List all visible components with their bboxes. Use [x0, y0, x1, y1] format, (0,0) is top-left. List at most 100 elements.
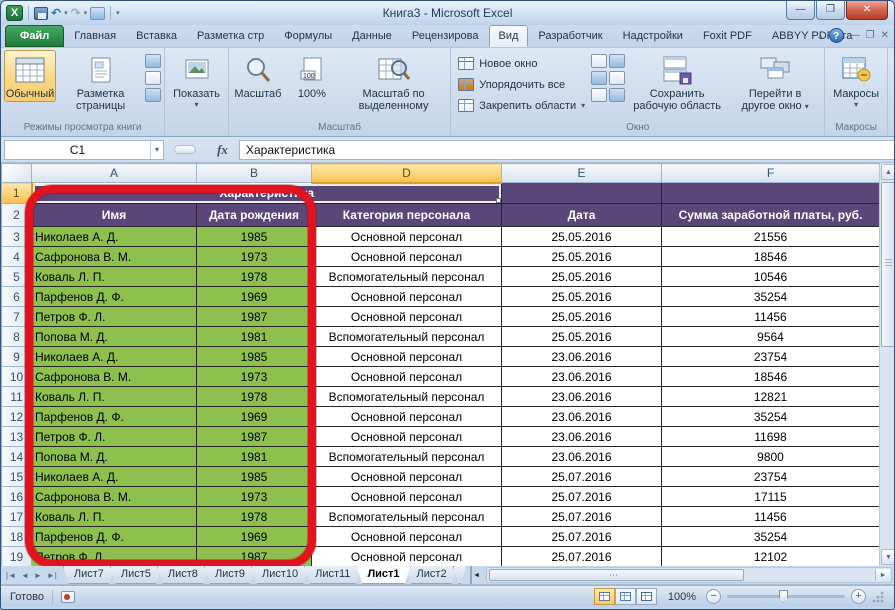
cell-E4[interactable]: 25.05.2016 — [502, 247, 662, 267]
first-sheet-icon[interactable]: |◄ — [4, 571, 18, 580]
cell-E12[interactable]: 23.06.2016 — [502, 407, 662, 427]
sheet-tab-Лист9[interactable]: Лист9 — [204, 566, 256, 584]
cell-E1[interactable] — [502, 183, 662, 204]
cell-A13[interactable]: Петров Ф. Л. — [32, 427, 197, 447]
cell-E17[interactable]: 25.07.2016 — [502, 507, 662, 527]
header-cell-2[interactable]: Категория персонала — [312, 204, 502, 227]
cell-D15[interactable]: Основной персонал — [312, 467, 502, 487]
cell-F11[interactable]: 12821 — [662, 387, 880, 407]
insert-function-icon[interactable]: fx — [210, 140, 235, 160]
minimize-ribbon-icon[interactable]: ▵ — [818, 30, 823, 41]
split-icon[interactable] — [591, 54, 607, 68]
last-sheet-icon[interactable]: ►| — [45, 571, 59, 580]
row-header-14[interactable]: 14 — [2, 447, 32, 467]
row-header-17[interactable]: 17 — [2, 507, 32, 527]
sheet-tab-partial[interactable]: . — [453, 566, 467, 584]
cell-B10[interactable]: 1973 — [197, 367, 312, 387]
row-header-2[interactable]: 2 — [2, 204, 32, 227]
row-header-11[interactable]: 11 — [2, 387, 32, 407]
page-layout-shortcut[interactable] — [615, 588, 636, 605]
zoom-100-button[interactable]: 100 100% — [286, 50, 338, 102]
horizontal-scrollbar[interactable]: ► — [486, 567, 892, 583]
cell-F16[interactable]: 17115 — [662, 487, 880, 507]
cell-A3[interactable]: Николаев А. Д. — [32, 227, 197, 247]
tab-split-handle[interactable]: ◄ — [470, 566, 482, 584]
row-header-6[interactable]: 6 — [2, 287, 32, 307]
cell-E11[interactable]: 23.06.2016 — [502, 387, 662, 407]
sheet-tab-Лист2[interactable]: Лист2 — [406, 566, 458, 584]
page-break-preview-icon[interactable] — [145, 54, 161, 68]
macros-button[interactable]: Макросы ▾ — [828, 50, 884, 111]
cell-D16[interactable]: Основной персонал — [312, 487, 502, 507]
row-header-13[interactable]: 13 — [2, 427, 32, 447]
redo-dropdown-icon[interactable]: ▾ — [84, 9, 88, 17]
cell-D14[interactable]: Вспомогательный персонал — [312, 447, 502, 467]
cell-F9[interactable]: 23754 — [662, 347, 880, 367]
ribbon-tab-Данные[interactable]: Данные — [342, 25, 402, 47]
cell-A17[interactable]: Коваль Л. П. — [32, 507, 197, 527]
row-header-7[interactable]: 7 — [2, 307, 32, 327]
row-header-3[interactable]: 3 — [2, 227, 32, 247]
cell-E8[interactable]: 25.05.2016 — [502, 327, 662, 347]
save-icon[interactable] — [34, 7, 48, 20]
cell-E14[interactable]: 23.06.2016 — [502, 447, 662, 467]
cell-D19[interactable]: Основной персонал — [312, 547, 502, 567]
cell-A5[interactable]: Коваль Л. П. — [32, 267, 197, 287]
row-header-9[interactable]: 9 — [2, 347, 32, 367]
cell-D10[interactable]: Основной персонал — [312, 367, 502, 387]
cell-B15[interactable]: 1985 — [197, 467, 312, 487]
cell-D4[interactable]: Основной персонал — [312, 247, 502, 267]
freeze-panes-button[interactable]: Закрепить области ▾ — [454, 95, 589, 116]
zoom-to-selection-button[interactable]: Масштаб по выделенному — [340, 50, 447, 114]
sheet-tab-Лист1[interactable]: Лист1 — [356, 566, 410, 584]
cell-E18[interactable]: 25.07.2016 — [502, 527, 662, 547]
column-header-E[interactable]: E — [502, 164, 662, 183]
column-header-A[interactable]: A — [32, 164, 197, 183]
cell-B19[interactable]: 1987 — [197, 547, 312, 567]
cell-B5[interactable]: 1978 — [197, 267, 312, 287]
normal-view-button[interactable]: Обычный — [4, 50, 56, 102]
save-workspace-button[interactable]: Сохранить рабочую область — [627, 50, 727, 114]
cell-D17[interactable]: Вспомогательный персонал — [312, 507, 502, 527]
name-box[interactable]: C1 ▾ — [4, 140, 164, 160]
header-cell-1[interactable]: Дата рождения — [197, 204, 312, 227]
row-header-1[interactable]: 1 — [2, 183, 32, 204]
unhide-window-icon[interactable] — [591, 88, 607, 102]
cell-B6[interactable]: 1969 — [197, 287, 312, 307]
cell-B8[interactable]: 1981 — [197, 327, 312, 347]
cell-A6[interactable]: Парфенов Д. Ф. — [32, 287, 197, 307]
cell-F19[interactable]: 12102 — [662, 547, 880, 567]
cell-D11[interactable]: Вспомогательный персонал — [312, 387, 502, 407]
ribbon-tab-Разработчик[interactable]: Разработчик — [528, 25, 612, 47]
cell-E3[interactable]: 25.05.2016 — [502, 227, 662, 247]
cell-F6[interactable]: 35254 — [662, 287, 880, 307]
column-header-F[interactable]: F — [662, 164, 880, 183]
switch-windows-button[interactable]: Перейти в другое окно ▾ — [729, 50, 821, 115]
header-cell-4[interactable]: Сумма заработной платы, руб. — [662, 204, 880, 227]
cell-F4[interactable]: 18546 — [662, 247, 880, 267]
ribbon-tab-Foxit PDF[interactable]: Foxit PDF — [693, 25, 762, 47]
cell-E13[interactable]: 23.06.2016 — [502, 427, 662, 447]
macro-record-icon[interactable] — [61, 591, 75, 603]
column-header-B[interactable]: B — [197, 164, 312, 183]
row-header-15[interactable]: 15 — [2, 467, 32, 487]
row-header-16[interactable]: 16 — [2, 487, 32, 507]
cell-D6[interactable]: Основной персонал — [312, 287, 502, 307]
vertical-scrollbar[interactable]: ▲ ▼ — [879, 163, 895, 566]
cell-E6[interactable]: 25.05.2016 — [502, 287, 662, 307]
row-header-19[interactable]: 19 — [2, 547, 32, 567]
reset-window-position-icon[interactable] — [609, 88, 625, 102]
synchronous-scrolling-icon[interactable] — [609, 71, 625, 85]
row-header-10[interactable]: 10 — [2, 367, 32, 387]
cell-B7[interactable]: 1987 — [197, 307, 312, 327]
close-button[interactable]: ✕ — [846, 1, 888, 20]
view-side-by-side-icon[interactable] — [609, 54, 625, 68]
sheet-tab-Лист11[interactable]: Лист11 — [304, 566, 361, 584]
sheet-tab-Лист5[interactable]: Лист5 — [110, 566, 162, 584]
ribbon-tab-Надстройки[interactable]: Надстройки — [613, 25, 693, 47]
cell-D18[interactable]: Основной персонал — [312, 527, 502, 547]
sheet-tab-Лист8[interactable]: Лист8 — [157, 566, 209, 584]
cell-A18[interactable]: Парфенов Д. Ф. — [32, 527, 197, 547]
scroll-up-icon[interactable]: ▲ — [881, 164, 895, 180]
cell-F5[interactable]: 10546 — [662, 267, 880, 287]
